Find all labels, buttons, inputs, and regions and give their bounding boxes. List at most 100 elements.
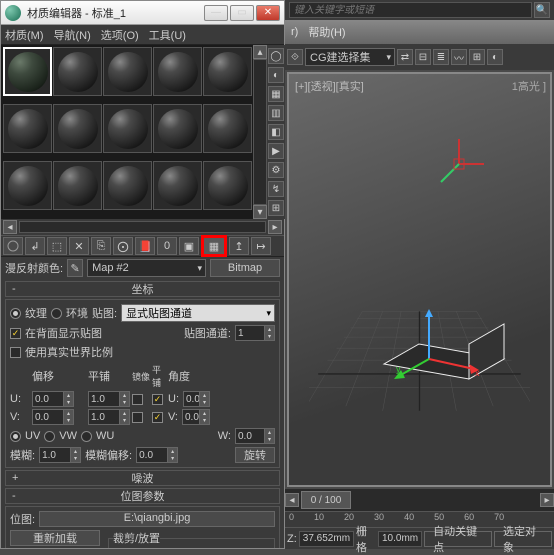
material-slot-5[interactable] [203,47,252,96]
assign-to-sel-button[interactable]: ⬚ [47,237,67,255]
map-type-button[interactable]: Bitmap [210,259,280,277]
material-button[interactable]: ◐ [487,49,503,65]
material-id-button[interactable]: 0 [157,237,177,255]
reload-button[interactable]: 重新加载 [10,530,100,546]
z-coord-field[interactable]: 37.652mm [299,531,354,547]
menu-navigate[interactable]: 导航(N) [54,27,91,43]
backlight-button[interactable]: ◐ [268,67,284,83]
u-tile-spinner[interactable]: 1.0▴▾ [88,391,130,407]
material-slot-8[interactable] [103,104,152,153]
v-tile-spinner[interactable]: 1.0▴▾ [88,409,130,425]
scroll-left-button[interactable]: ◂ [3,220,17,234]
material-slot-4[interactable] [153,47,202,96]
material-slot-11[interactable] [3,161,52,210]
u-mirror-check[interactable] [132,394,143,405]
material-slot-1[interactable] [3,47,52,96]
scroll-down-button[interactable]: ▾ [253,205,267,219]
u-tile-check[interactable] [152,394,163,405]
sample-uv-button[interactable]: ▥ [268,105,284,121]
sample-type-button[interactable]: ◯ [268,48,284,64]
pick-map-button[interactable]: ✎ [67,259,83,277]
map-channel-spinner[interactable]: 1▴▾ [235,325,275,341]
v-scrollbar[interactable] [253,59,267,205]
video-check-button[interactable]: ◧ [268,124,284,140]
show-in-vp-button[interactable]: ▣ [179,237,199,255]
schematic-button[interactable]: ⊞ [469,49,485,65]
select-by-mat-button[interactable]: ↯ [268,181,284,197]
rollout-noise-header[interactable]: 噪波 [5,470,280,486]
rollout-coords-header[interactable]: 坐标 [5,281,280,297]
blur-offset-spinner[interactable]: 0.0▴▾ [136,447,178,463]
align-button[interactable]: ⊟ [415,49,431,65]
mirror-button[interactable]: ⇄ [397,49,413,65]
radio-texture[interactable] [10,308,21,319]
w-angle-spinner[interactable]: 0.0▴▾ [235,428,275,444]
time-prev-button[interactable]: ◂ [285,493,299,507]
radio-uv[interactable] [10,431,21,442]
menu-tools[interactable]: 工具(U) [149,27,186,43]
bitmap-file-button[interactable]: E:\qiangbi.jpg [39,511,275,527]
selection-set-dropdown[interactable]: CG建选择集 [305,48,395,66]
radio-environ[interactable] [51,308,62,319]
close-button[interactable]: ✕ [256,5,280,21]
reset-map-button[interactable]: ✕ [69,237,89,255]
options-button[interactable]: ⚙ [268,162,284,178]
map-channel-mode-dropdown[interactable]: 显式贴图通道 [121,304,275,322]
material-slot-7[interactable] [53,104,102,153]
scroll-up-button[interactable]: ▴ [253,45,267,59]
v-offset-spinner[interactable]: 0.0▴▾ [32,409,74,425]
radio-wu[interactable] [81,431,92,442]
rollout-bitmap-header[interactable]: 位图参数 [5,488,280,504]
h-scrollbar[interactable] [19,221,266,233]
menu-help[interactable]: 帮助(H) [308,24,345,40]
rotate-button[interactable]: 旋转 [235,447,275,463]
material-slot-14[interactable] [153,161,202,210]
u-offset-spinner[interactable]: 0.0▴▾ [32,391,74,407]
blur-spinner[interactable]: 1.0▴▾ [39,447,81,463]
get-material-button[interactable] [3,237,23,255]
material-slot-3[interactable] [103,47,152,96]
u-angle-spinner[interactable]: 0.0▴▾ [183,391,210,407]
go-forward-button[interactable]: ↦ [251,237,271,255]
search-icon[interactable]: 🔍 [534,2,550,18]
v-angle-spinner[interactable]: 0.0▴▾ [182,409,210,425]
mat-map-nav-button[interactable]: ⊞ [268,200,284,216]
perspective-viewport[interactable]: [+][透视][真实] 1高光 ] xy [287,72,552,487]
time-slider[interactable]: ◂ 0 / 100 ▸ [285,489,554,511]
layers-button[interactable]: ≣ [433,49,449,65]
material-slot-6[interactable] [3,104,52,153]
show-end-result-button[interactable]: ▦ [201,235,227,257]
check-show-back[interactable] [10,328,21,339]
viewport-label[interactable]: [+][透视][真实] [295,78,364,94]
curve-editor-button[interactable]: 〰 [451,49,467,65]
link-icon[interactable]: ⟐ [287,49,303,65]
put-to-scene-button[interactable]: ↲ [25,237,45,255]
check-real-world[interactable] [10,347,21,358]
background-button[interactable]: ▦ [268,86,284,102]
radio-vw[interactable] [44,431,55,442]
make-unique-button[interactable]: ⨀ [113,237,133,255]
material-slot-15[interactable] [203,161,252,210]
material-slot-10[interactable] [203,104,252,153]
material-slot-13[interactable] [103,161,152,210]
titlebar[interactable]: 材质编辑器 - 标准_1 — ▭ ✕ [1,1,284,25]
scroll-right-button[interactable]: ▸ [268,220,282,234]
make-preview-button[interactable]: ▶ [268,143,284,159]
material-slot-12[interactable] [53,161,102,210]
minimize-button[interactable]: — [204,5,228,21]
keyword-input[interactable] [289,2,532,18]
make-copy-button[interactable]: ⎘ [91,237,111,255]
map-name-dropdown[interactable]: Map #2 [87,259,206,277]
v-mirror-check[interactable] [132,412,143,423]
menu-options[interactable]: 选项(O) [101,27,139,43]
material-slot-9[interactable] [153,104,202,153]
material-slot-2[interactable] [53,47,102,96]
v-tile-check[interactable] [152,412,163,423]
selected-plane-object[interactable]: xy [379,304,509,417]
put-to-lib-button[interactable]: 📕 [135,237,155,255]
time-next-button[interactable]: ▸ [540,493,554,507]
maximize-button[interactable]: ▭ [230,5,254,21]
menu-material[interactable]: 材质(M) [5,27,44,43]
go-to-parent-button[interactable]: ↥ [229,237,249,255]
time-slider-handle[interactable]: 0 / 100 [301,491,351,509]
